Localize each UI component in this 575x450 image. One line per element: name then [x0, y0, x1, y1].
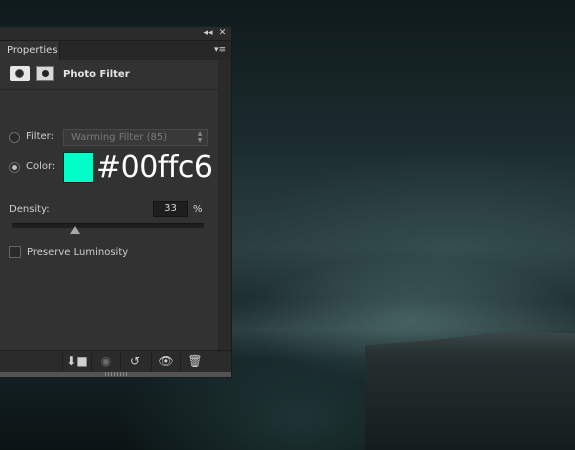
preserve-luminosity-label[interactable]: Preserve Luminosity — [27, 246, 128, 259]
panel-menu-icon[interactable]: ▾≡ — [214, 44, 226, 56]
density-slider-track[interactable] — [12, 223, 204, 228]
filter-dropdown[interactable]: Warming Filter (85) ▲ ▼ — [63, 129, 208, 146]
color-radio[interactable] — [9, 162, 20, 173]
color-swatch[interactable] — [63, 152, 94, 183]
filter-label: Filter: — [26, 131, 54, 142]
color-hex-label: #00ffc6 — [96, 150, 213, 185]
photo-filter-icon[interactable] — [10, 66, 30, 81]
density-label: Density: — [9, 204, 50, 215]
color-label: Color: — [26, 161, 56, 172]
reset-icon[interactable]: ↺ — [122, 353, 148, 370]
adjustment-title: Photo Filter — [63, 69, 130, 80]
trash-icon[interactable]: 🗑 — [182, 353, 208, 370]
preserve-luminosity-checkbox[interactable] — [9, 246, 21, 258]
density-unit: % — [193, 204, 203, 215]
layer-mask-icon[interactable] — [36, 66, 54, 81]
tab-properties[interactable]: Properties — [0, 41, 60, 60]
eye-icon[interactable]: 👁 — [153, 353, 179, 370]
properties-panel: ◂◂ ✕ Properties ▾≡ Photo Filter Filter: … — [0, 27, 231, 377]
canvas-background: ◂◂ ✕ Properties ▾≡ Photo Filter Filter: … — [0, 0, 575, 450]
panel-bottom-toolbar: ⬇■ ◉ ↺ 👁 🗑 — [0, 350, 231, 372]
filter-radio[interactable] — [9, 132, 20, 143]
filter-dropdown-value: Warming Filter (85) — [71, 132, 168, 143]
dropdown-arrows-icon: ▲ ▼ — [197, 130, 203, 144]
rock-cliff — [365, 331, 575, 450]
collapse-panel-icon[interactable]: ◂◂ — [201, 27, 215, 40]
close-panel-icon[interactable]: ✕ — [216, 27, 229, 40]
resize-grip[interactable] — [105, 372, 127, 376]
properties-content: Photo Filter Filter: Warming Filter (85)… — [0, 60, 218, 350]
panel-scrollbar[interactable] — [218, 60, 231, 350]
density-input[interactable]: 33 — [153, 201, 188, 217]
panel-tab-row: Properties ▾≡ — [0, 41, 231, 60]
adjustment-header: Photo Filter — [0, 60, 218, 90]
clip-to-layer-icon[interactable]: ⬇■ — [64, 353, 90, 370]
density-slider-thumb[interactable] — [70, 226, 81, 234]
panel-title-bar[interactable]: ◂◂ ✕ — [0, 27, 231, 41]
view-previous-state-icon[interactable]: ◉ — [93, 353, 119, 370]
